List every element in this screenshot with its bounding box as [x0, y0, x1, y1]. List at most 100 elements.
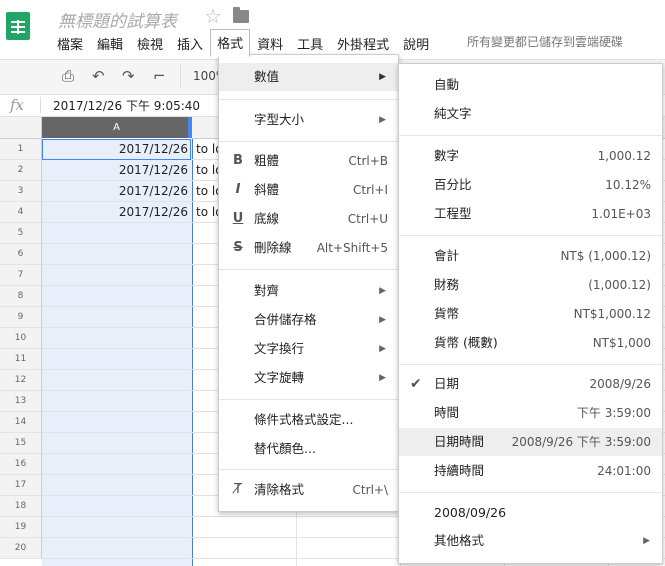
row-header[interactable]: 1	[0, 139, 42, 160]
row-header[interactable]: 7	[0, 265, 42, 286]
menu-item-text-wrapping[interactable]: 文字換行 ▶	[219, 335, 398, 363]
menu-insert[interactable]: 插入	[170, 32, 210, 55]
cell-a4[interactable]: 2017/12/26	[42, 202, 188, 222]
submenu-item-percent[interactable]: 百分比 10.12%	[399, 171, 662, 199]
menu-item-merge-cells[interactable]: 合併儲存格 ▶	[219, 306, 398, 334]
menu-item-text-rotation[interactable]: 文字旋轉 ▶	[219, 364, 398, 392]
menu-tools[interactable]: 工具	[290, 32, 330, 55]
sheets-logo[interactable]	[0, 0, 40, 54]
row-header[interactable]: 6	[0, 244, 42, 265]
submenu-item-number[interactable]: 數字 1,000.12	[399, 142, 662, 170]
paint-format-icon[interactable]: ⌐	[153, 67, 166, 85]
row-header[interactable]: 17	[0, 475, 42, 496]
row-header[interactable]: 12	[0, 370, 42, 391]
submenu-item-date[interactable]: ✔ 日期 2008/9/26	[399, 370, 662, 398]
format-example: NT$1,000	[592, 336, 651, 350]
row-header[interactable]: 19	[0, 517, 42, 538]
row-header[interactable]: 13	[0, 391, 42, 412]
star-icon[interactable]: ☆	[204, 4, 222, 28]
submenu-item-custom-date[interactable]: 2008/09/26	[399, 499, 662, 527]
row-header[interactable]: 9	[0, 307, 42, 328]
number-format-submenu: 自動 純文字 數字 1,000.12 百分比 10.12% 工程型 1.01E+…	[398, 63, 663, 564]
menu-item-bold[interactable]: B 粗體 Ctrl+B	[219, 147, 398, 175]
menu-divider	[399, 364, 662, 365]
submenu-item-label: 日期	[434, 376, 460, 391]
submenu-item-accounting[interactable]: 會計 NT$ (1,000.12)	[399, 242, 662, 270]
submenu-item-financial[interactable]: 財務 (1,000.12)	[399, 271, 662, 299]
menu-item-font-size[interactable]: 字型大小 ▶	[219, 106, 398, 134]
undo-icon[interactable]: ↶	[92, 67, 105, 85]
shortcut-label: Ctrl+U	[347, 212, 388, 226]
submenu-item-scientific[interactable]: 工程型 1.01E+03	[399, 200, 662, 228]
menu-item-italic[interactable]: I 斜體 Ctrl+I	[219, 176, 398, 204]
row-header[interactable]: 5	[0, 223, 42, 244]
menu-item-label: 替代顏色...	[254, 441, 316, 456]
menu-item-label: 條件式格式設定...	[254, 412, 354, 427]
row-header[interactable]: 4	[0, 202, 42, 223]
menu-format[interactable]: 格式	[210, 28, 251, 57]
submenu-item-label: 2008/09/26	[434, 505, 507, 520]
submenu-item-datetime[interactable]: 日期時間 2008/9/26 下午 3:59:00	[399, 428, 662, 456]
menu-item-label: 刪除線	[254, 240, 292, 255]
format-example: NT$ (1,000.12)	[560, 249, 651, 263]
submenu-item-label: 百分比	[434, 177, 472, 192]
submenu-item-currency-rounded[interactable]: 貨幣 (概數) NT$1,000	[399, 329, 662, 357]
select-all-corner[interactable]	[0, 117, 42, 139]
menu-item-align[interactable]: 對齊 ▶	[219, 277, 398, 305]
submenu-item-more-formats[interactable]: 其他格式 ▶	[399, 527, 662, 555]
menu-divider	[399, 492, 662, 493]
submenu-item-label: 貨幣	[434, 306, 460, 321]
submenu-item-currency[interactable]: 貨幣 NT$1,000.12	[399, 300, 662, 328]
menu-file[interactable]: 檔案	[50, 32, 90, 55]
row-header[interactable]: 10	[0, 328, 42, 349]
menu-divider	[219, 269, 398, 270]
submenu-item-automatic[interactable]: 自動	[399, 71, 662, 99]
submenu-item-plain-text[interactable]: 純文字	[399, 100, 662, 128]
redo-icon[interactable]: ↷	[122, 67, 135, 85]
shortcut-label: Ctrl+I	[353, 183, 388, 197]
menu-divider	[399, 135, 662, 136]
folder-icon[interactable]	[233, 7, 249, 23]
menu-item-underline[interactable]: U 底線 Ctrl+U	[219, 205, 398, 233]
submenu-arrow-icon: ▶	[379, 315, 386, 325]
row-header[interactable]: 18	[0, 496, 42, 517]
active-cell-outline	[42, 139, 191, 160]
menu-item-number[interactable]: 數值 ▶	[219, 63, 398, 91]
formula-input[interactable]: 2017/12/26 下午 9:05:40	[53, 97, 200, 114]
row-header[interactable]: 16	[0, 454, 42, 475]
submenu-item-label: 貨幣 (概數)	[434, 335, 498, 350]
clear-format-icon: T̸	[234, 482, 242, 497]
submenu-item-label: 財務	[434, 277, 460, 292]
menu-help[interactable]: 說明	[396, 32, 436, 55]
row-header[interactable]: 2	[0, 160, 42, 181]
menu-item-alternating-colors[interactable]: 替代顏色...	[219, 435, 398, 463]
row-header[interactable]: 3	[0, 181, 42, 202]
row-header[interactable]: 14	[0, 412, 42, 433]
formula-divider	[40, 97, 41, 113]
save-status[interactable]: 所有變更都已儲存到雲端硬碟	[467, 33, 623, 50]
row-header[interactable]: 20	[0, 538, 42, 559]
menu-item-label: 斜體	[254, 182, 280, 197]
cell-a3[interactable]: 2017/12/26	[42, 181, 188, 201]
menu-view[interactable]: 檢視	[130, 32, 170, 55]
menu-edit[interactable]: 編輯	[90, 32, 130, 55]
menu-item-conditional-formatting[interactable]: 條件式格式設定...	[219, 406, 398, 434]
menu-item-clear-formatting[interactable]: T̸ 清除格式 Ctrl+\	[219, 476, 398, 504]
submenu-item-duration[interactable]: 持續時間 24:01:00	[399, 457, 662, 485]
cell-a2[interactable]: 2017/12/26	[42, 160, 188, 180]
menu-data[interactable]: 資料	[250, 32, 290, 55]
row-header[interactable]: 8	[0, 286, 42, 307]
print-icon[interactable]: ⎙	[62, 67, 74, 85]
format-example: 2008/9/26 下午 3:59:00	[511, 435, 651, 449]
column-header-a[interactable]: A	[42, 117, 191, 138]
strikethrough-icon: S	[233, 240, 243, 255]
submenu-arrow-icon: ▶	[643, 536, 650, 546]
row-header[interactable]: 15	[0, 433, 42, 454]
menu-item-strikethrough[interactable]: S 刪除線 Alt+Shift+5	[219, 234, 398, 262]
submenu-arrow-icon: ▶	[379, 373, 386, 383]
row-header[interactable]: 11	[0, 349, 42, 370]
document-title[interactable]: 無標題的試算表	[58, 7, 177, 32]
format-example: 下午 3:59:00	[576, 406, 651, 420]
menu-addons[interactable]: 外掛程式	[330, 32, 396, 55]
submenu-item-time[interactable]: 時間 下午 3:59:00	[399, 399, 662, 427]
